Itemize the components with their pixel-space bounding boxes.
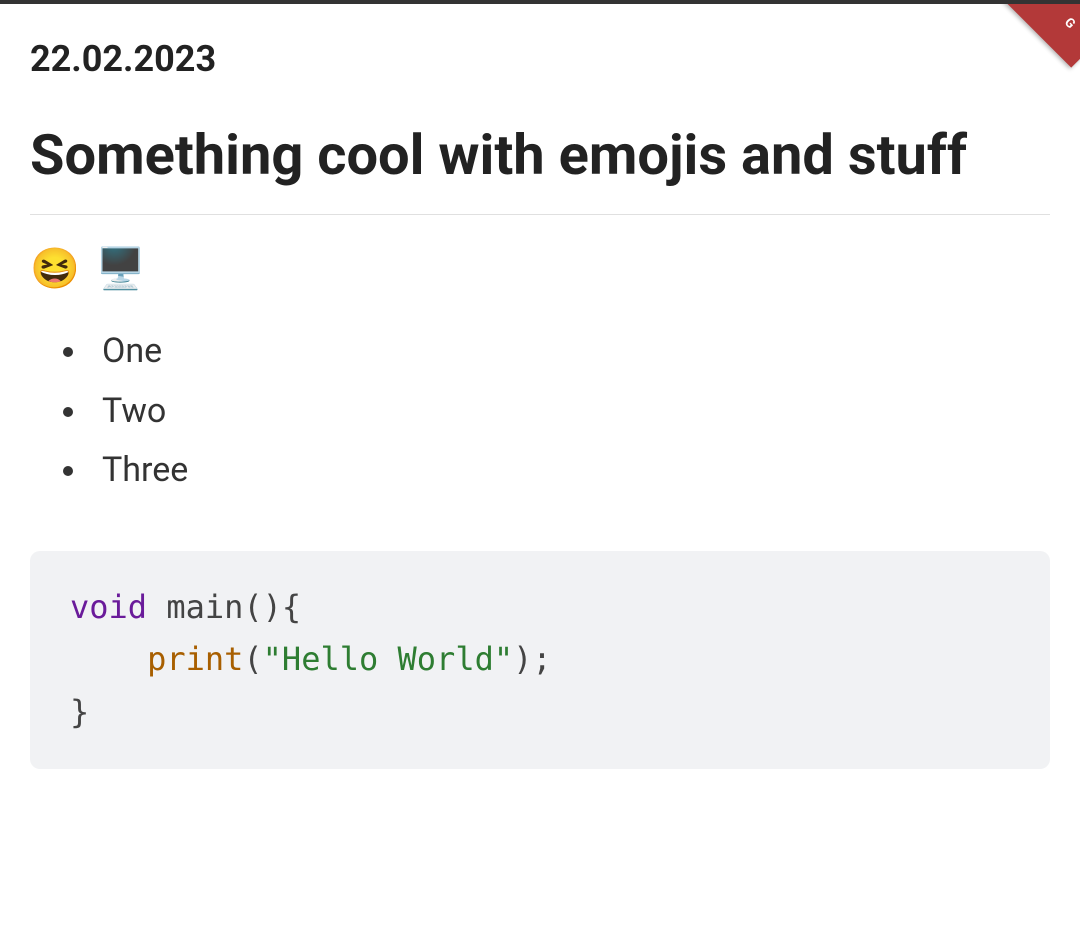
corner-ribbon-label: G	[1061, 15, 1078, 32]
document-date: 22.02.2023	[30, 38, 1050, 80]
desktop-computer-emoji-icon: 🖥️	[96, 245, 146, 292]
emoji-row: 😆 🖥️	[30, 245, 1050, 292]
laughing-emoji-icon: 😆	[30, 245, 80, 292]
code-text: main(){	[147, 588, 301, 626]
list-item: One	[90, 322, 1050, 382]
bullet-list: One Two Three	[30, 322, 1050, 501]
document-content: 22.02.2023 Something cool with emojis an…	[0, 4, 1080, 803]
corner-ribbon[interactable]: G	[1000, 4, 1080, 84]
code-paren-close: );	[513, 640, 552, 678]
list-item: Three	[90, 441, 1050, 501]
code-block: void main(){ print("Hello World"); }	[30, 551, 1050, 769]
code-brace: }	[70, 693, 89, 731]
code-keyword: void	[70, 588, 147, 626]
code-function: print	[147, 640, 243, 678]
code-indent	[70, 640, 147, 678]
title-divider	[30, 214, 1050, 215]
list-item: Two	[90, 382, 1050, 442]
code-paren: (	[243, 640, 262, 678]
document-title: Something cool with emojis and stuff	[30, 120, 1050, 190]
code-string: "Hello World"	[263, 640, 513, 678]
